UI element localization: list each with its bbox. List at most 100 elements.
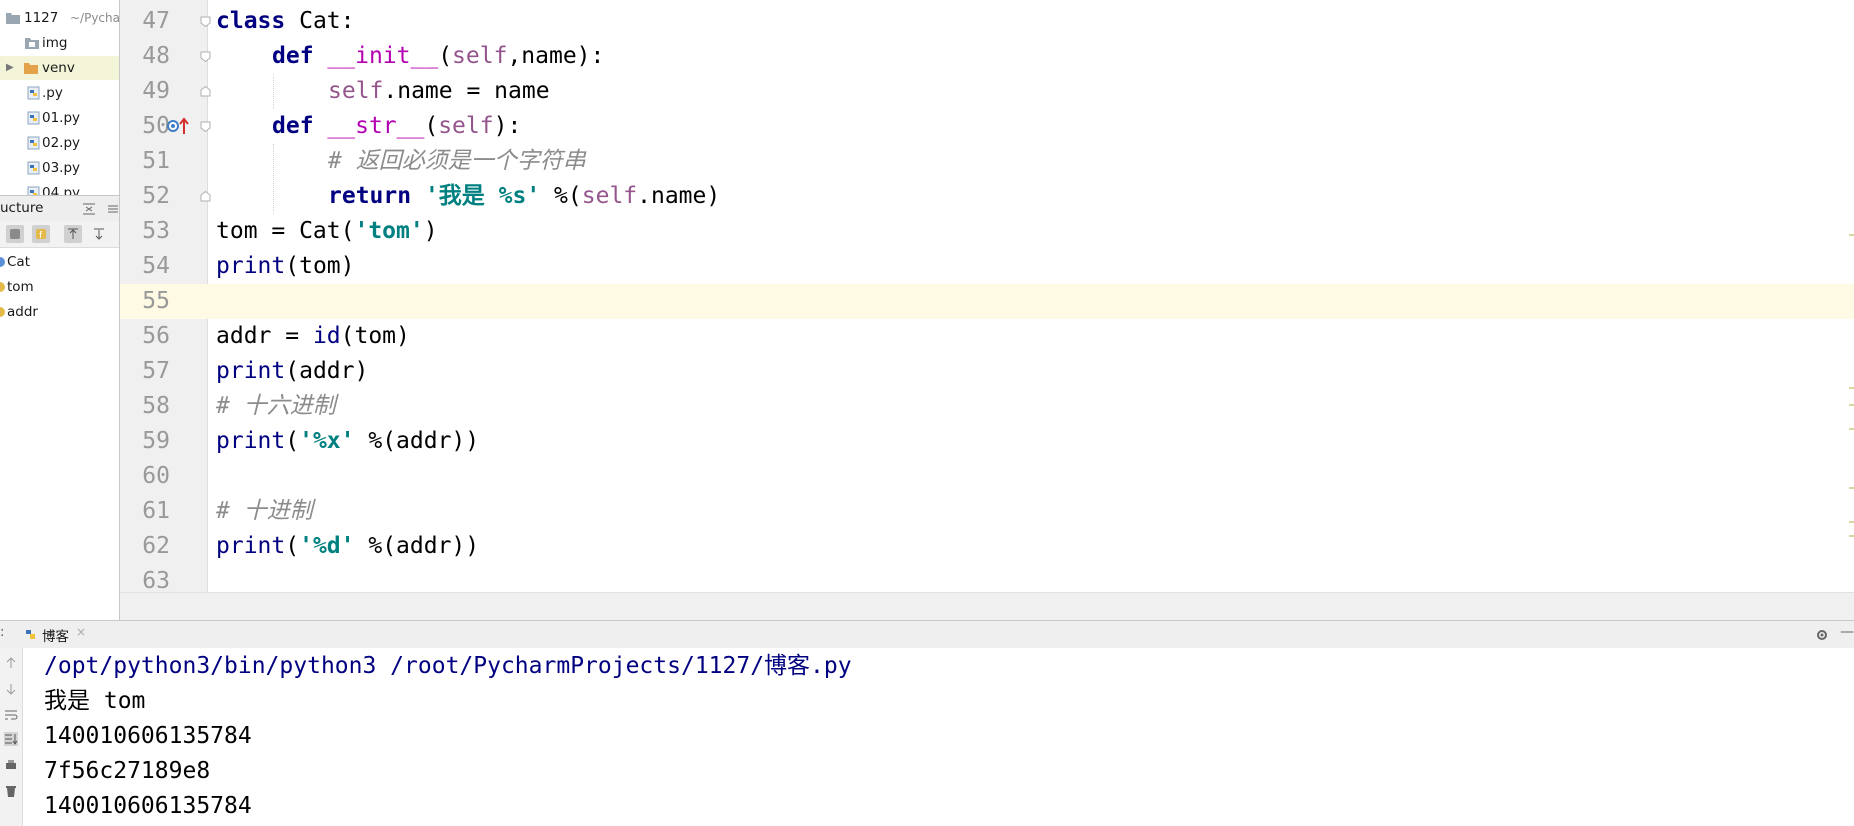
console-output-line: 我是 tom	[44, 688, 146, 714]
error-stripe-mark[interactable]	[1849, 521, 1854, 523]
tree-item-label: .py	[42, 85, 63, 101]
code-line-52[interactable]: return '我是 %s' %(self.name)	[328, 179, 720, 214]
tree-item-04[interactable]: 04.py	[0, 181, 119, 195]
line-number: 62	[142, 533, 170, 559]
error-stripe-mark[interactable]	[1849, 535, 1854, 537]
structure-item-cat[interactable]: Cat	[0, 250, 119, 275]
code-line-48[interactable]: def __init__(self,name):	[272, 39, 604, 74]
python-file-icon	[27, 161, 40, 175]
code-line-50[interactable]: def __str__(self):	[272, 109, 521, 144]
code-token: %(addr))	[354, 428, 480, 454]
line-number: 50	[142, 113, 170, 139]
tree-item-label: 02.py	[42, 135, 81, 151]
project-root[interactable]: 1127 ~/Pycha	[0, 6, 119, 30]
tree-item-01[interactable]: 01.py	[0, 106, 119, 130]
expand-arrow-icon[interactable]: ▶	[6, 56, 14, 80]
tree-item-py[interactable]: .py	[0, 81, 119, 105]
structure-item-tom[interactable]: tom	[0, 275, 119, 300]
show-methods-button[interactable]	[6, 225, 24, 243]
code-token: (addr)	[285, 358, 369, 384]
structure-tool-window: ucture f Cat tom addr	[0, 195, 120, 620]
close-tab-icon[interactable]: ×	[76, 625, 86, 639]
show-inherited-button[interactable]	[64, 225, 82, 243]
code-token: .name = name	[383, 78, 550, 104]
code-line-58[interactable]: # 十六进制	[216, 389, 336, 424]
builtin-token: print	[216, 428, 286, 454]
scroll-down-icon[interactable]	[4, 682, 18, 696]
code-line-61[interactable]: # 十进制	[216, 494, 313, 529]
fold-marker-icon[interactable]	[200, 121, 211, 132]
code-line-49[interactable]: self.name = name	[328, 74, 550, 109]
keyword-token: return	[328, 183, 412, 209]
structure-item-addr[interactable]: addr	[0, 300, 119, 325]
tree-item-venv[interactable]: ▶ venv	[0, 56, 119, 80]
indent-guide	[273, 144, 274, 214]
string-token: '%x'	[299, 428, 355, 454]
code-line-56[interactable]: addr = id(tom)	[216, 319, 410, 354]
error-stripe-mark[interactable]	[1849, 234, 1854, 236]
self-token: self	[438, 113, 494, 139]
soft-wrap-icon[interactable]	[4, 708, 18, 722]
code-line-54[interactable]: print(tom)	[216, 249, 355, 284]
autoscroll-button[interactable]	[90, 225, 108, 243]
code-token: ):	[493, 113, 522, 139]
code-line-47[interactable]: class Cat:	[216, 4, 355, 39]
override-gutter-icon[interactable]	[166, 116, 190, 136]
gear-icon[interactable]	[1815, 628, 1829, 642]
fold-end-icon[interactable]	[200, 191, 211, 202]
print-icon[interactable]	[4, 758, 18, 772]
structure-item-label: tom	[7, 279, 34, 295]
autoscroll-icon	[94, 228, 104, 240]
python-file-icon	[27, 136, 40, 150]
error-stripe-mark[interactable]	[1849, 487, 1854, 489]
error-stripe-mark[interactable]	[1849, 387, 1854, 389]
settings-icon[interactable]	[106, 202, 120, 216]
tree-item-img[interactable]: img	[0, 31, 119, 55]
tree-item-label: 04.py	[42, 185, 81, 195]
structure-toolbar: f	[0, 221, 119, 248]
python-file-icon	[26, 630, 35, 639]
code-token: %(	[540, 183, 582, 209]
show-fields-button[interactable]: f	[32, 225, 50, 243]
minimize-icon[interactable]: —	[1840, 624, 1854, 640]
run-label-fragment: :	[0, 625, 5, 640]
error-stripe-mark[interactable]	[1849, 404, 1854, 406]
field-icon: f	[36, 229, 46, 241]
code-line-53[interactable]: tom = Cat('tom')	[216, 214, 438, 249]
fold-marker-icon[interactable]	[200, 16, 211, 27]
code-line-62[interactable]: print('%d' %(addr))	[216, 529, 479, 564]
code-line-57[interactable]: print(addr)	[216, 354, 368, 389]
line-number: 58	[142, 393, 170, 419]
self-token: self	[452, 43, 508, 69]
variable-icon	[0, 282, 5, 292]
code-token: )	[423, 218, 438, 244]
error-stripe-mark[interactable]	[1849, 428, 1854, 430]
tree-item-03[interactable]: 03.py	[0, 156, 119, 180]
builtin-token: id	[312, 323, 341, 349]
tree-item-02[interactable]: 02.py	[0, 131, 119, 155]
line-number: 54	[142, 253, 170, 279]
builtin-token: print	[216, 533, 286, 559]
fold-end-icon[interactable]	[200, 86, 211, 97]
keyword-token: def	[272, 113, 314, 139]
code-token: addr =	[216, 323, 313, 349]
fold-marker-icon[interactable]	[200, 51, 211, 62]
code-line-59[interactable]: print('%x' %(addr))	[216, 424, 479, 459]
folder-icon	[25, 38, 39, 49]
run-tab[interactable]: 博客 ×	[18, 621, 86, 648]
code-token: tom = Cat(	[216, 218, 355, 244]
line-number: 52	[142, 183, 170, 209]
line-number: 55	[142, 288, 170, 314]
code-line-51[interactable]: # 返回必须是一个字符串	[328, 144, 586, 179]
trash-icon[interactable]	[4, 784, 18, 798]
comment-token: # 十六进制	[216, 393, 336, 419]
string-token: 'tom'	[354, 218, 424, 244]
class-icon	[0, 257, 5, 267]
scroll-up-icon[interactable]	[4, 656, 18, 670]
code-token: Cat:	[285, 8, 355, 34]
scroll-to-end-icon[interactable]	[4, 732, 18, 746]
folder-icon	[6, 13, 20, 24]
run-tab-label: 博客	[42, 629, 69, 645]
line-number: 48	[142, 43, 170, 69]
collapse-all-icon[interactable]	[82, 202, 96, 216]
